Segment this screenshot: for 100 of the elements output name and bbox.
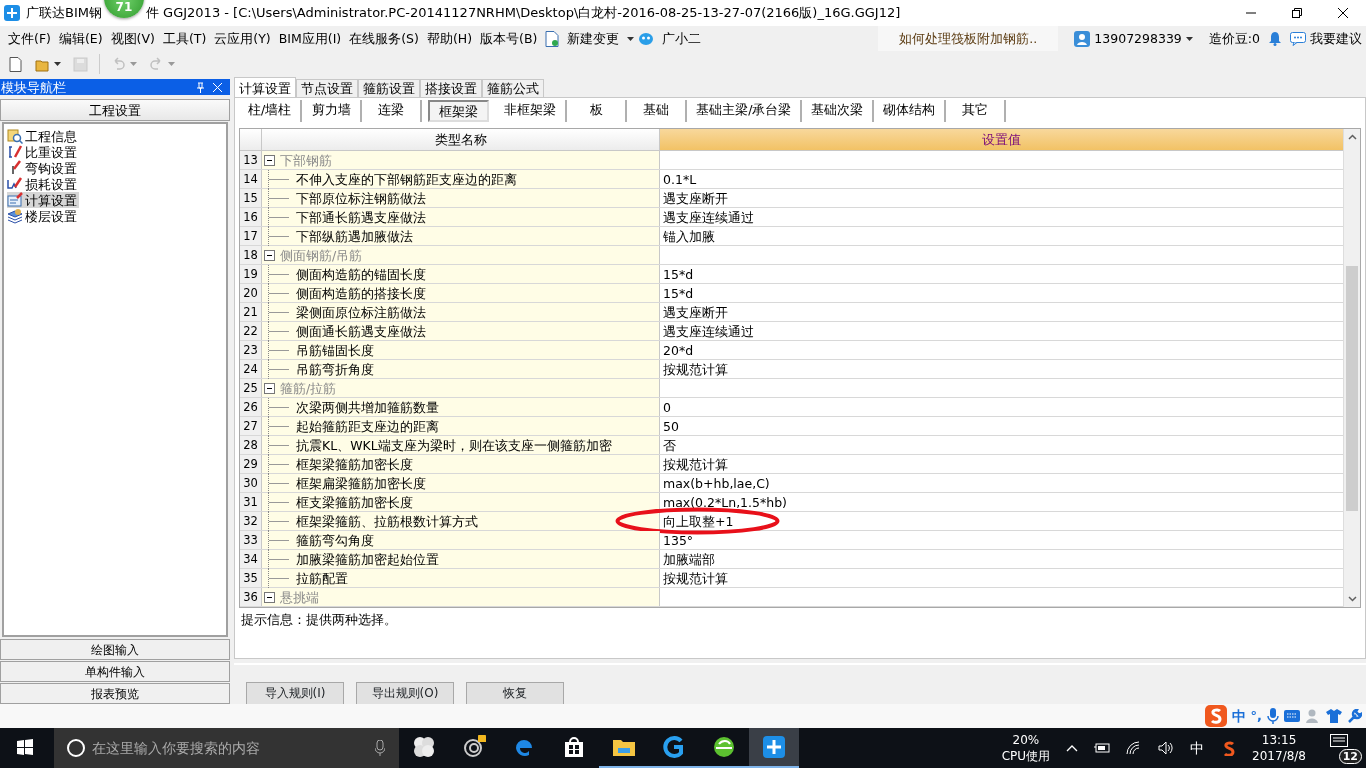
menu-item[interactable]: 帮助(H) bbox=[422, 31, 477, 46]
setting-value[interactable]: max(b+hb,lae,C) bbox=[663, 475, 770, 491]
menu-item[interactable]: 云应用(Y) bbox=[210, 31, 275, 46]
section-button[interactable]: 工程设置 bbox=[0, 99, 230, 122]
collapse-icon[interactable] bbox=[264, 591, 275, 603]
caret-icon bbox=[168, 62, 175, 67]
setting-value[interactable]: 50 bbox=[663, 418, 679, 434]
setting-value[interactable]: 20*d bbox=[663, 342, 694, 358]
tree-item[interactable]: 弯钩设置 bbox=[7, 160, 79, 177]
module-button[interactable]: 单构件输入 bbox=[0, 661, 230, 683]
wrench-icon[interactable] bbox=[1347, 708, 1362, 724]
row-number: 21 bbox=[240, 303, 262, 322]
action-button[interactable]: 恢复 bbox=[466, 681, 564, 705]
setting-value[interactable]: 0.1*L bbox=[663, 171, 697, 187]
menu-item[interactable]: 广小二 bbox=[658, 31, 706, 46]
tab[interactable]: 箍筋设置 bbox=[358, 79, 420, 98]
setting-name: 抗震KL、WKL端支座为梁时，则在该支座一侧箍筋加密 bbox=[296, 437, 612, 453]
menu-item[interactable]: 文件(F) bbox=[4, 31, 55, 46]
row-number: 14 bbox=[240, 170, 262, 189]
tab[interactable]: 节点设置 bbox=[296, 79, 358, 98]
notification-icon[interactable] bbox=[1330, 734, 1348, 750]
tree-item[interactable]: 损耗设置 bbox=[7, 176, 79, 193]
microphone-icon[interactable] bbox=[1267, 708, 1279, 725]
row-number: 29 bbox=[240, 455, 262, 474]
collapse-icon[interactable] bbox=[264, 382, 275, 394]
setting-value[interactable]: 遇支座断开 bbox=[663, 304, 728, 320]
keyboard-icon[interactable] bbox=[1284, 710, 1300, 723]
undo-icon bbox=[111, 56, 126, 72]
tab[interactable]: 计算设置 bbox=[234, 77, 296, 98]
tab[interactable]: 砌体结构 bbox=[874, 100, 947, 123]
collapse-icon[interactable] bbox=[264, 154, 275, 166]
ime-mode[interactable]: 中 bbox=[1231, 707, 1246, 725]
tab[interactable]: 框架梁 bbox=[428, 100, 490, 123]
punctuation-toggle[interactable]: °, bbox=[1250, 708, 1262, 725]
tab[interactable]: 其它 bbox=[946, 100, 1007, 123]
account-name[interactable]: 13907298339 bbox=[1094, 31, 1182, 46]
setting-value[interactable]: 遇支座断开 bbox=[663, 190, 728, 206]
setting-value[interactable]: 15*d bbox=[663, 285, 694, 301]
menu-item[interactable]: 工具(T) bbox=[158, 31, 211, 46]
menu-item[interactable]: 新建变更 bbox=[563, 31, 624, 46]
news-link[interactable]: 如何处理筏板附加钢筋.. bbox=[878, 26, 1059, 51]
setting-value[interactable]: 135° bbox=[663, 532, 694, 548]
pin-icon[interactable] bbox=[196, 81, 205, 93]
ime-indicator[interactable]: 中 bbox=[1190, 739, 1205, 757]
tab[interactable]: 非框架梁 bbox=[495, 100, 568, 123]
tree-item[interactable]: 比重设置 bbox=[7, 144, 79, 161]
setting-value[interactable]: 加腋端部 bbox=[663, 551, 715, 567]
close-icon[interactable] bbox=[213, 82, 222, 92]
setting-value[interactable]: 锚入加腋 bbox=[663, 228, 715, 244]
tab[interactable]: 基础主梁/承台梁 bbox=[687, 100, 803, 123]
user-icon bbox=[1074, 30, 1091, 47]
suggestion-link[interactable]: 我要建议 bbox=[1310, 31, 1362, 46]
row-number: 13 bbox=[240, 151, 262, 170]
search-field[interactable]: 在这里输入你要搜索的内容 bbox=[54, 728, 399, 768]
menu-item[interactable]: BIM应用(I) bbox=[274, 31, 346, 46]
new-file-icon bbox=[8, 56, 23, 72]
shirt-icon[interactable] bbox=[1326, 709, 1342, 724]
tree-item[interactable]: 楼层设置 bbox=[7, 208, 79, 225]
module-button[interactable]: 报表预览 bbox=[0, 683, 230, 705]
caret-icon bbox=[130, 62, 137, 67]
tab[interactable]: 板 bbox=[567, 100, 628, 123]
scrollbar-thumb[interactable] bbox=[1346, 266, 1358, 512]
tree-item[interactable]: 工程信息 bbox=[7, 128, 79, 145]
tab[interactable]: 搭接设置 bbox=[420, 79, 482, 98]
menu-item[interactable]: 编辑(E) bbox=[54, 31, 107, 46]
bell-icon[interactable] bbox=[1268, 31, 1282, 46]
tab[interactable]: 剪力墙 bbox=[302, 100, 363, 123]
notification-badge: 71 bbox=[103, 0, 144, 18]
setting-value[interactable]: 遇支座连续通过 bbox=[663, 323, 754, 339]
setting-name: 下部通长筋遇支座做法 bbox=[296, 209, 426, 225]
sogou-logo-icon[interactable] bbox=[1204, 705, 1227, 728]
module-button[interactable]: 绘图输入 bbox=[0, 639, 230, 661]
tab[interactable]: 柱/墙柱 bbox=[239, 100, 303, 123]
action-button[interactable]: 导入规则(I) bbox=[246, 681, 344, 705]
volume-icon[interactable] bbox=[1158, 741, 1175, 755]
collapse-icon[interactable] bbox=[264, 249, 275, 261]
setting-value[interactable]: 按规范计算 bbox=[663, 570, 728, 586]
setting-name: 起始箍筋距支座边的距离 bbox=[296, 418, 439, 434]
menu-item[interactable]: 在线服务(S) bbox=[345, 31, 423, 46]
menu-item[interactable]: 版本号(B) bbox=[476, 31, 542, 46]
setting-value[interactable]: 否 bbox=[663, 437, 676, 453]
tab[interactable]: 基础 bbox=[627, 100, 688, 123]
action-button[interactable]: 导出规则(O) bbox=[356, 681, 454, 705]
setting-value[interactable]: 15*d bbox=[663, 266, 694, 282]
tab[interactable]: 箍筋公式 bbox=[482, 79, 544, 98]
menu-item[interactable]: 视图(V) bbox=[106, 31, 159, 46]
window-title: 件 GGJ2013 - [C:\Users\Administrator.PC-20141127NRHM\Desktop\白龙村-2016-08-25-13-27-07(2166版)_16G.GGJ12] bbox=[145, 5, 901, 21]
taskbar-button[interactable] bbox=[749, 728, 799, 768]
setting-value[interactable]: 遇支座连续通过 bbox=[663, 209, 754, 225]
setting-value[interactable]: 按规范计算 bbox=[663, 456, 728, 472]
tab[interactable]: 连梁 bbox=[362, 100, 423, 123]
tab[interactable]: 基础次梁 bbox=[802, 100, 875, 123]
group-label: 下部钢筋 bbox=[280, 152, 332, 168]
tree-item[interactable]: 计算设置 bbox=[7, 192, 79, 209]
setting-value[interactable]: 按规范计算 bbox=[663, 361, 728, 377]
setting-value[interactable]: 0 bbox=[663, 399, 671, 415]
battery-icon[interactable] bbox=[1094, 743, 1111, 753]
setting-name: 侧面构造筋的锚固长度 bbox=[296, 266, 426, 282]
chevron-up-icon[interactable] bbox=[1066, 744, 1079, 752]
setting-value[interactable]: max(0.2*Ln,1.5*hb) bbox=[663, 494, 787, 510]
